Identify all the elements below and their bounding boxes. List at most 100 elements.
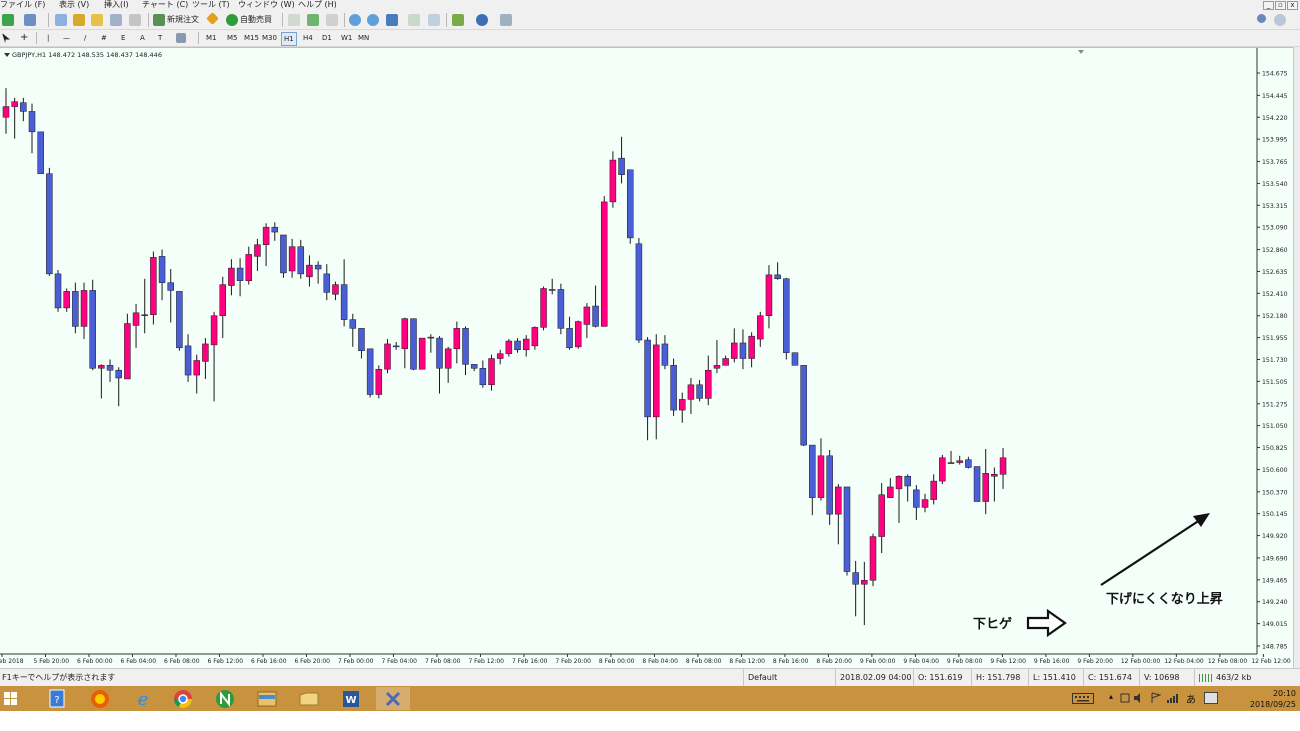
taskbar-word[interactable]: W — [334, 687, 368, 710]
taskbar-n-app[interactable] — [208, 687, 242, 710]
new-order-icon[interactable] — [153, 14, 165, 26]
candlestick-chart[interactable]: 154.675 154.445 154.220 153.995 153.765 153.5… — [0, 48, 1293, 669]
periods-icon[interactable] — [476, 14, 488, 26]
chart-window[interactable]: 154.675 154.445 154.220 153.995 153.765 153.5… — [0, 47, 1293, 668]
bear-candle — [280, 234, 287, 274]
price-label: 151.050 — [1262, 423, 1288, 430]
menu-tools[interactable]: ツール (T) — [192, 0, 230, 9]
candlestick-icon[interactable] — [307, 14, 319, 26]
new-chart-icon[interactable] — [2, 14, 14, 26]
signal-icon[interactable] — [1166, 692, 1178, 704]
status-close: C: 151.674 — [1083, 669, 1139, 686]
clock[interactable]: 20:10 2018/09/25 — [1250, 688, 1296, 710]
timeframe-h4[interactable]: H4 — [303, 32, 313, 44]
zoom-out-icon[interactable] — [367, 14, 379, 26]
menu-file[interactable]: ファイル (F) — [0, 0, 45, 9]
auto-scroll-icon[interactable] — [408, 14, 420, 26]
timeframe-mn[interactable]: MN — [358, 32, 369, 44]
templates-icon[interactable] — [500, 14, 512, 26]
vertical-line-tool[interactable]: | — [47, 32, 49, 44]
bull-candle — [228, 267, 235, 286]
bear-candle — [661, 343, 669, 366]
text-label-tool[interactable]: T — [158, 32, 162, 44]
close-button[interactable]: x — [1287, 1, 1298, 10]
time-label: 6 Feb 00:00 — [77, 658, 113, 665]
line-chart-icon[interactable] — [326, 14, 338, 26]
search-icon[interactable] — [1257, 14, 1266, 23]
timeframe-d1[interactable]: D1 — [322, 32, 332, 44]
taskbar-firefox[interactable] — [83, 687, 117, 710]
menu-chart[interactable]: チャート (C) — [142, 0, 188, 9]
timeframe-h1[interactable]: H1 — [281, 32, 297, 46]
clock-date: 2018/09/25 — [1249, 700, 1296, 709]
bull-candle — [262, 226, 270, 245]
navigator-icon[interactable] — [73, 14, 85, 26]
chart-shift-marker — [1078, 50, 1084, 54]
status-profile[interactable]: Default — [743, 669, 835, 686]
toolbar-separator — [148, 13, 149, 27]
metaeditor-icon[interactable] — [206, 12, 219, 25]
bull-candle — [80, 290, 88, 327]
timeframe-m1[interactable]: M1 — [206, 32, 217, 44]
menu-insert[interactable]: 挿入(I) — [104, 0, 129, 9]
bull-candle — [653, 344, 660, 418]
restore-button[interactable]: ▫ — [1275, 1, 1286, 10]
start-button[interactable] — [0, 687, 34, 710]
bear-candle — [470, 364, 478, 369]
status-datetime: 2018.02.09 04:00 — [835, 669, 913, 686]
bull-candle — [427, 336, 435, 339]
timeframe-m15[interactable]: M15 — [244, 32, 259, 44]
minimize-button[interactable]: _ — [1263, 1, 1274, 10]
taskbar-internet-explorer[interactable]: e — [126, 687, 160, 710]
keyboard-icon[interactable] — [1072, 693, 1094, 704]
crosshair-icon[interactable]: + — [20, 32, 28, 44]
taskbar-chrome[interactable] — [166, 687, 200, 710]
fibonacci-tool[interactable]: E — [121, 32, 125, 44]
zoom-in-icon[interactable] — [349, 14, 361, 26]
timeframe-w1[interactable]: W1 — [341, 32, 352, 44]
taskbar-metatrader[interactable] — [376, 687, 410, 710]
bull-candle — [574, 321, 582, 348]
text-tool[interactable]: A — [140, 32, 145, 44]
data-window-icon[interactable] — [129, 14, 141, 26]
chat-icon[interactable] — [1274, 14, 1286, 26]
keyboard-layout-icon[interactable] — [1204, 692, 1218, 704]
bear-candle — [271, 226, 279, 233]
chart-shift-icon[interactable] — [428, 14, 440, 26]
time-label: 6 Feb 04:00 — [120, 658, 156, 665]
trendline-tool[interactable]: / — [84, 32, 86, 44]
menu-help[interactable]: ヘルプ (H) — [298, 0, 337, 9]
cursor-icon[interactable] — [2, 33, 10, 43]
menu-window[interactable]: ウィンドウ (W) — [238, 0, 295, 9]
market-watch-icon[interactable] — [55, 14, 67, 26]
auto-trade-button[interactable]: 自動売買 — [240, 13, 272, 27]
ime-indicator[interactable]: あ — [1186, 691, 1196, 706]
new-order-button[interactable]: 新規注文 — [167, 13, 199, 27]
flag-icon[interactable] — [1150, 692, 1162, 704]
bear-candle — [158, 256, 166, 283]
profiles-icon[interactable] — [24, 14, 36, 26]
timeframe-m5[interactable]: M5 — [227, 32, 238, 44]
bear-candle — [410, 318, 417, 370]
volume-icon[interactable] — [1133, 692, 1145, 704]
taskbar-folder[interactable] — [250, 687, 284, 710]
bar-chart-icon[interactable] — [288, 14, 300, 26]
taskbar-file-explorer[interactable] — [292, 687, 326, 710]
terminal-icon[interactable] — [91, 14, 103, 26]
price-label: 150.145 — [1262, 511, 1288, 518]
network-icon[interactable] — [1120, 692, 1130, 704]
tile-windows-icon[interactable] — [386, 14, 398, 26]
horizontal-line-tool[interactable]: — — [63, 32, 70, 44]
taskbar-file-manager[interactable]: ? — [40, 687, 74, 710]
indicators-icon[interactable] — [452, 14, 464, 26]
auto-trade-icon[interactable] — [226, 14, 238, 26]
menu-view[interactable]: 表示 (V) — [59, 0, 89, 9]
tray-expand-icon[interactable]: ▴ — [1109, 692, 1113, 701]
time-label: 8 Feb 04:00 — [642, 658, 678, 665]
tester-icon[interactable] — [110, 14, 122, 26]
time-label: 5 Feb 2018 — [0, 658, 24, 665]
timeframe-m30[interactable]: M30 — [262, 32, 277, 44]
bull-candle — [540, 288, 547, 328]
shapes-icon[interactable] — [176, 33, 186, 43]
channel-tool[interactable]: # — [101, 32, 107, 44]
